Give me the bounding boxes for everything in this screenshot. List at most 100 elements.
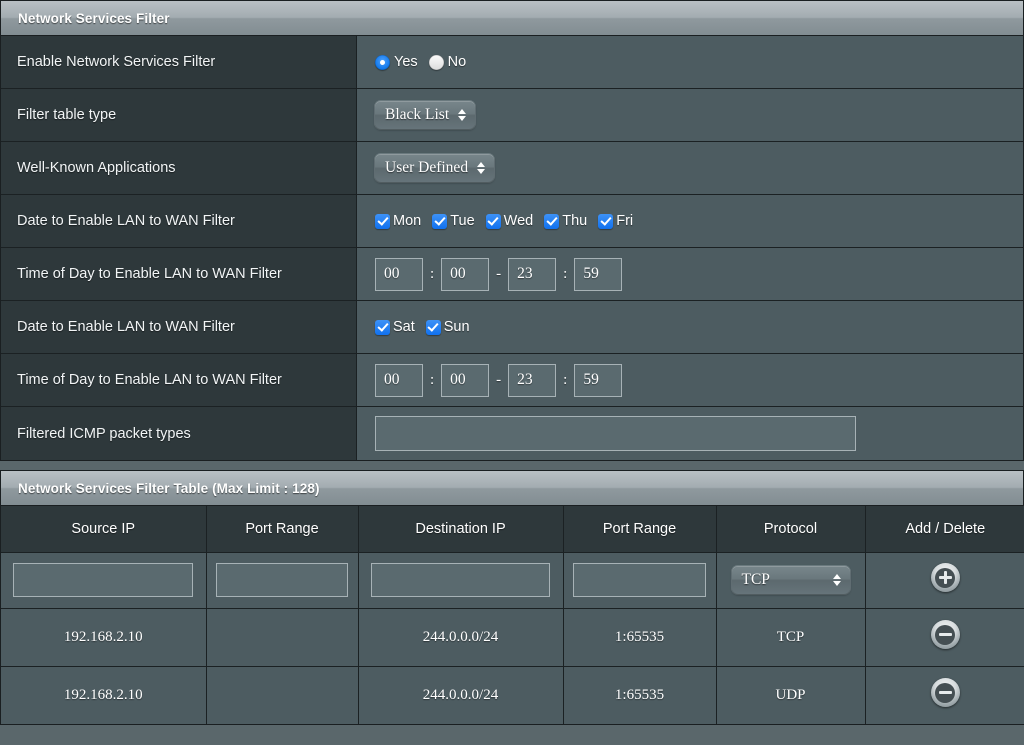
row-date-weekday: Date to Enable LAN to WAN Filter Mon Tue…	[1, 195, 1023, 248]
checkbox-mon-icon[interactable]	[375, 213, 390, 229]
cell-protocol: UDP	[716, 666, 866, 724]
column-header-add-delete: Add / Delete	[865, 506, 1024, 553]
weekday-start-hour-input[interactable]	[375, 257, 423, 291]
entry-destination-ip-input[interactable]	[370, 563, 551, 597]
network-services-filter-panel: Network Services Filter Enable Network S…	[0, 0, 1024, 461]
time-colon-4: :	[563, 371, 568, 388]
row-enable-filter: Enable Network Services Filter Yes No	[1, 36, 1023, 89]
weekend-end-hour-input[interactable]	[508, 363, 557, 397]
checkbox-item-sun[interactable]: Sun	[425, 319, 470, 335]
radio-option-no[interactable]: No	[428, 54, 467, 70]
weekend-start-hour-input[interactable]	[375, 363, 423, 397]
panel-spacer	[0, 461, 1024, 470]
checkbox-wed-icon[interactable]	[485, 213, 501, 229]
filter-table: Source IP Port Range Destination IP Port…	[1, 506, 1024, 724]
weekend-end-minute-input[interactable]	[574, 363, 623, 397]
row-time-weekday: Time of Day to Enable LAN to WAN Filter …	[1, 248, 1023, 301]
row-well-known-applications-value: User Defined	[357, 142, 1023, 194]
weekend-start-minute-input[interactable]	[441, 363, 490, 397]
row-date-weekend: Date to Enable LAN to WAN Filter Sat Sun	[1, 301, 1023, 354]
checkbox-item-thu[interactable]: Thu	[544, 213, 587, 229]
filter-table-header: Network Services Filter Table (Max Limit…	[1, 471, 1023, 506]
checkbox-item-wed[interactable]: Wed	[485, 213, 534, 229]
row-well-known-applications-label: Well-Known Applications	[1, 142, 357, 194]
column-header-destination-port: Port Range	[563, 506, 717, 553]
minus-circle-icon[interactable]	[930, 678, 960, 708]
filter-panel-title: Network Services Filter	[18, 10, 170, 26]
checkbox-item-fri[interactable]: Fri	[598, 213, 633, 229]
checkbox-thu-label: Thu	[562, 213, 588, 229]
row-filter-table-type: Filter table type Black List	[1, 89, 1023, 142]
checkbox-sat-label: Sat	[393, 319, 415, 335]
time-colon-3: :	[430, 371, 435, 388]
checkbox-sun-icon[interactable]	[425, 319, 441, 335]
filter-table-type-select[interactable]: Black List	[375, 101, 476, 129]
cell-destination-ip: 244.0.0.0/24	[358, 666, 564, 724]
table-header-row: Source IP Port Range Destination IP Port…	[1, 506, 1024, 553]
checkbox-item-sat[interactable]: Sat	[375, 319, 415, 335]
column-header-destination-ip: Destination IP	[358, 506, 564, 553]
radio-yes-icon[interactable]	[375, 54, 390, 70]
entry-destination-port-input[interactable]	[572, 563, 707, 597]
weekday-end-minute-input[interactable]	[574, 257, 623, 291]
time-colon-1: :	[430, 265, 435, 282]
row-date-weekday-label: Date to Enable LAN to WAN Filter	[1, 195, 357, 247]
weekday-end-hour-input[interactable]	[508, 257, 557, 291]
radio-no-icon[interactable]	[428, 54, 444, 70]
plus-circle-icon[interactable]	[930, 563, 960, 592]
table-entry-row: TCP	[1, 552, 1024, 609]
radio-yes-label: Yes	[394, 54, 418, 70]
checkbox-thu-icon[interactable]	[544, 213, 560, 229]
cell-protocol: TCP	[716, 608, 866, 667]
weekend-time-range: : - :	[375, 363, 623, 397]
updown-arrows-icon	[832, 574, 841, 586]
time-colon-2: :	[563, 265, 568, 282]
weekday-time-range: : - :	[375, 257, 623, 291]
checkbox-tue-label: Tue	[450, 213, 475, 229]
filter-panel-header: Network Services Filter	[1, 1, 1023, 36]
entry-source-port-input[interactable]	[215, 563, 349, 597]
row-filtered-icmp-value	[357, 407, 1023, 460]
weekday-start-minute-input[interactable]	[441, 257, 490, 291]
time-dash-2: -	[496, 371, 502, 388]
cell-destination-port: 1:65535	[563, 608, 717, 667]
checkbox-sat-icon[interactable]	[375, 319, 390, 335]
row-filtered-icmp-label: Filtered ICMP packet types	[1, 407, 357, 460]
entry-source-ip-input[interactable]	[13, 563, 194, 597]
filter-table-type-select-value: Black List	[385, 106, 450, 123]
row-time-weekend-value: : - :	[357, 354, 1023, 406]
cell-source-port	[206, 666, 359, 724]
entry-protocol-select-value: TCP	[741, 571, 770, 588]
checkbox-fri-icon[interactable]	[598, 213, 614, 229]
row-filtered-icmp: Filtered ICMP packet types	[1, 407, 1023, 460]
checkbox-item-mon[interactable]: Mon	[375, 213, 421, 229]
row-enable-filter-value: Yes No	[357, 36, 1023, 88]
checkbox-wed-label: Wed	[503, 213, 534, 229]
weekday-checkbox-group: Mon Tue Wed Thu Fri	[375, 213, 633, 229]
time-dash-1: -	[496, 265, 502, 282]
checkbox-tue-icon[interactable]	[432, 213, 448, 229]
row-date-weekend-label: Date to Enable LAN to WAN Filter	[1, 301, 357, 353]
enable-filter-radio-group: Yes No	[375, 54, 466, 70]
cell-destination-port: 1:65535	[563, 666, 717, 724]
entry-protocol-select[interactable]: TCP	[731, 566, 850, 594]
row-date-weekday-value: Mon Tue Wed Thu Fri	[357, 195, 1023, 247]
radio-option-yes[interactable]: Yes	[375, 54, 418, 70]
row-filter-table-type-value: Black List	[357, 89, 1023, 141]
radio-no-label: No	[447, 54, 467, 70]
row-date-weekend-value: Sat Sun	[357, 301, 1023, 353]
checkbox-mon-label: Mon	[393, 213, 422, 229]
column-header-source-ip: Source IP	[1, 506, 207, 553]
well-known-applications-select[interactable]: User Defined	[375, 154, 495, 182]
cell-destination-ip: 244.0.0.0/24	[358, 608, 564, 667]
checkbox-sun-label: Sun	[443, 319, 470, 335]
network-services-filter-table-panel: Network Services Filter Table (Max Limit…	[0, 470, 1024, 725]
filter-table-title: Network Services Filter Table (Max Limit…	[18, 480, 320, 496]
row-filter-table-type-label: Filter table type	[1, 89, 357, 141]
minus-circle-icon[interactable]	[930, 620, 960, 649]
updown-arrows-icon	[458, 109, 467, 121]
checkbox-item-tue[interactable]: Tue	[432, 213, 475, 229]
row-time-weekend-label: Time of Day to Enable LAN to WAN Filter	[1, 354, 357, 406]
filtered-icmp-input[interactable]	[375, 416, 856, 451]
cell-source-ip: 192.168.2.10	[1, 608, 207, 667]
